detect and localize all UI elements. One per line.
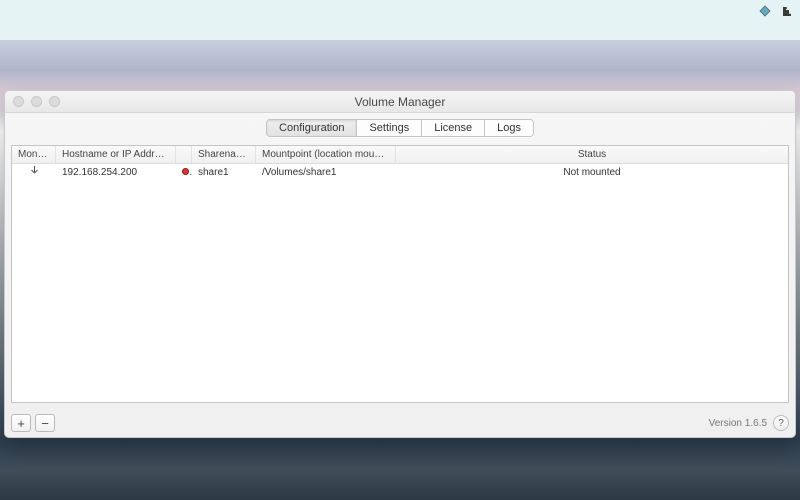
diamond-icon[interactable] (758, 4, 772, 18)
puzzle-icon[interactable] (780, 4, 794, 18)
table-header: Monitor Hostname or IP Address Sharename… (12, 146, 788, 164)
tab-configuration[interactable]: Configuration (267, 120, 357, 136)
col-share-status (176, 146, 192, 163)
col-monitor[interactable]: Monitor (12, 146, 56, 163)
host-cell: 192.168.254.200 (56, 164, 176, 181)
mountpoint-cell: /Volumes/share1 (256, 164, 396, 181)
share-status-cell (176, 164, 192, 181)
version-label: Version 1.6.5 (709, 418, 767, 429)
add-button[interactable]: + (11, 414, 31, 432)
col-status[interactable]: Status (396, 146, 788, 163)
red-dot-icon (182, 168, 189, 175)
table-body[interactable]: 192.168.254.200 share1 /Volumes/share1 N… (12, 164, 788, 402)
tab-license[interactable]: License (422, 120, 485, 136)
desktop-background: Volume Manager Configuration Settings Li… (0, 0, 800, 500)
tab-logs[interactable]: Logs (485, 120, 533, 136)
remove-button[interactable]: − (35, 414, 55, 432)
help-button[interactable]: ? (773, 415, 789, 431)
download-arrow-icon (30, 167, 39, 178)
tab-bar: Configuration Settings License Logs (5, 113, 795, 145)
col-mountpoint[interactable]: Mountpoint (location mounted) (256, 146, 396, 163)
footer-toolbar: + − Version 1.6.5 ? (5, 409, 795, 437)
content-area: Monitor Hostname or IP Address Sharename… (5, 145, 795, 409)
col-sharename[interactable]: Sharename (192, 146, 256, 163)
volumes-table[interactable]: Monitor Hostname or IP Address Sharename… (11, 145, 789, 403)
window-title: Volume Manager (5, 95, 795, 109)
monitor-cell (12, 163, 56, 181)
table-row[interactable]: 192.168.254.200 share1 /Volumes/share1 N… (12, 164, 788, 180)
titlebar[interactable]: Volume Manager (5, 91, 795, 113)
sharename-cell: share1 (192, 164, 256, 181)
status-cell: Not mounted (396, 164, 788, 181)
col-hostname[interactable]: Hostname or IP Address (56, 146, 176, 163)
app-window: Volume Manager Configuration Settings Li… (4, 90, 796, 438)
segmented-control: Configuration Settings License Logs (266, 119, 534, 137)
tab-settings[interactable]: Settings (357, 120, 422, 136)
menubar-extras (758, 4, 794, 18)
